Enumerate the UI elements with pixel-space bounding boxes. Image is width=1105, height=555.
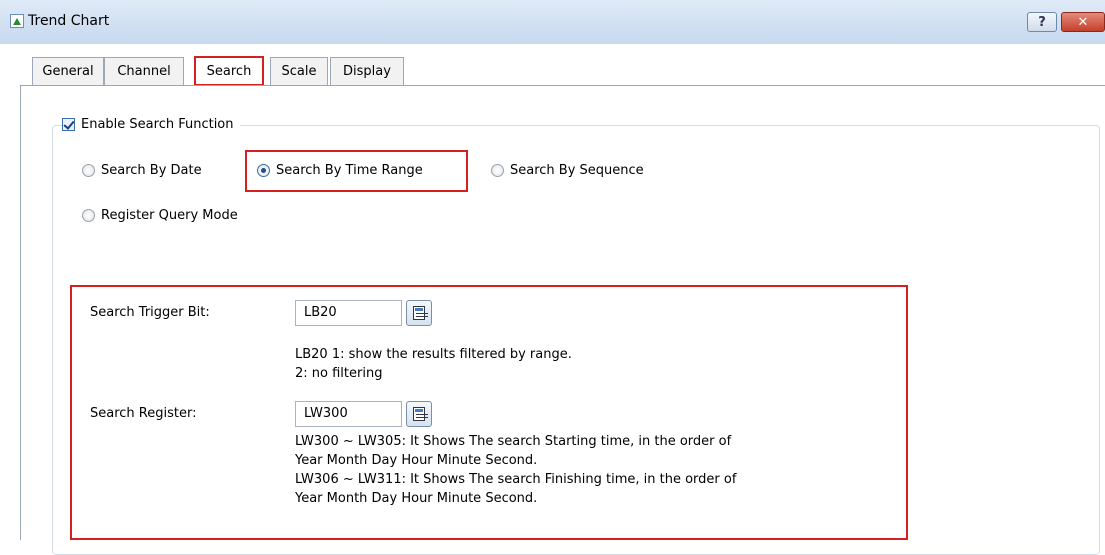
title-bar: Trend Chart ? ✕ — [0, 0, 1105, 44]
radio-label: Search By Time Range — [276, 162, 423, 178]
trigger-bit-label: Search Trigger Bit: — [90, 305, 210, 320]
trigger-bit-input[interactable]: LB20 — [295, 300, 402, 326]
register-desc-line-1: LW300 ~ LW305: It Shows The search Start… — [295, 434, 732, 449]
help-button[interactable]: ? — [1027, 12, 1057, 32]
close-button[interactable]: ✕ — [1061, 12, 1105, 32]
radio-label: Search By Sequence — [510, 162, 644, 178]
radio-label: Register Query Mode — [101, 207, 238, 223]
radio-search-by-time-range[interactable]: Search By Time Range — [257, 161, 423, 179]
search-register-label: Search Register: — [90, 406, 197, 421]
radio-label: Search By Date — [101, 162, 202, 178]
tab-general[interactable]: General — [32, 57, 104, 85]
radio-icon[interactable] — [82, 163, 95, 177]
calculator-icon[interactable] — [406, 401, 432, 427]
trigger-desc-line-1: LB20 1: show the results filtered by ran… — [295, 347, 572, 362]
radio-register-query-mode[interactable]: Register Query Mode — [82, 206, 238, 224]
tab-display[interactable]: Display — [330, 57, 404, 85]
tab-channel[interactable]: Channel — [104, 57, 184, 85]
checkbox-checked-icon[interactable] — [62, 118, 75, 131]
tab-search[interactable]: Search — [194, 56, 264, 86]
calculator-icon[interactable] — [406, 300, 432, 326]
tab-divider — [20, 85, 1105, 86]
panel-border — [20, 85, 21, 540]
trigger-desc-line-2: 2: no filtering — [295, 366, 383, 381]
radio-icon[interactable] — [82, 208, 95, 222]
search-register-input[interactable]: LW300 — [295, 401, 402, 427]
enable-search-checkbox[interactable]: Enable Search Function — [62, 117, 240, 132]
enable-search-label: Enable Search Function — [81, 117, 234, 132]
register-desc-line-4: Year Month Day Hour Minute Second. — [295, 491, 538, 506]
tab-scale[interactable]: Scale — [270, 57, 328, 85]
register-desc-line-2: Year Month Day Hour Minute Second. — [295, 453, 538, 468]
radio-search-by-date[interactable]: Search By Date — [82, 161, 202, 179]
radio-search-by-sequence[interactable]: Search By Sequence — [491, 161, 644, 179]
radio-icon[interactable] — [491, 163, 504, 177]
register-desc-line-3: LW306 ~ LW311: It Shows The search Finis… — [295, 472, 737, 487]
app-icon — [10, 14, 24, 28]
radio-selected-icon[interactable] — [257, 163, 270, 177]
window-title: Trend Chart — [28, 13, 110, 29]
